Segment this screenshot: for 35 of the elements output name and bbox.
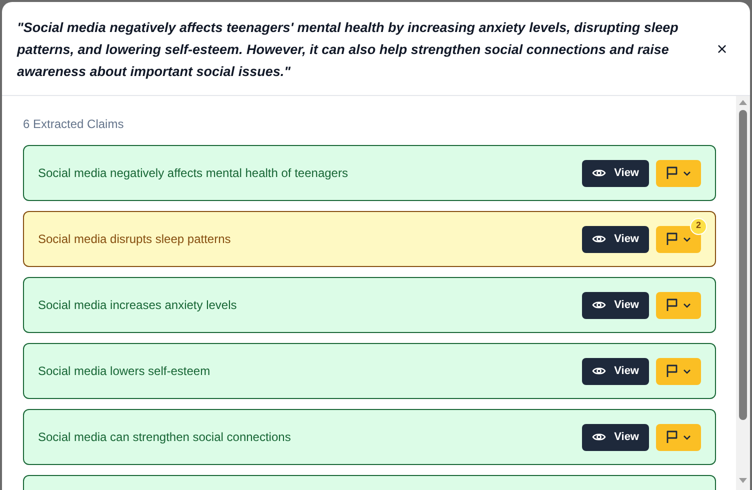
claim-text: Social media lowers self-esteem — [38, 363, 212, 380]
flag-dropdown-button[interactable] — [656, 424, 701, 450]
eye-icon — [592, 366, 606, 376]
eye-icon — [592, 234, 606, 244]
flag-dropdown-button[interactable] — [656, 292, 701, 318]
eye-icon — [592, 300, 606, 310]
view-button[interactable]: View — [582, 160, 649, 186]
claim-text: Social media can strengthen social connections — [38, 429, 292, 446]
eye-icon — [592, 168, 606, 178]
view-button[interactable]: View — [582, 358, 649, 384]
claim-text: Social media negatively affects mental health of teenagers — [38, 165, 349, 182]
eye-icon — [592, 432, 606, 442]
flag-icon — [666, 430, 678, 444]
chevron-down-icon — [683, 236, 691, 242]
scrollbar[interactable] — [736, 96, 750, 490]
flag-icon — [666, 298, 678, 312]
flag-dropdown-button[interactable] — [656, 358, 701, 384]
claim-text: Social media increases anxiety levels — [38, 297, 238, 314]
claims-count-label: 6 Extracted Claims — [23, 116, 125, 132]
flag-dropdown-button[interactable] — [656, 160, 701, 186]
statement-text: "Social media negatively affects teenagers' mental health by increasing anxiety levels, disrupting sleep patterns, and lowering self-esteem. However, it can also help strengthen social connections and raise awareness about important social issues." — [17, 19, 680, 81]
chevron-down-icon — [683, 170, 691, 176]
flag-count-badge: 2 — [690, 218, 707, 234]
claim-text: Social media disrupts sleep patterns — [38, 231, 232, 248]
chevron-down-icon — [683, 368, 691, 374]
chevron-down-icon — [683, 302, 691, 308]
flag-icon — [666, 232, 678, 246]
chevron-down-icon — [683, 434, 691, 440]
flag-icon — [666, 364, 678, 378]
view-button[interactable]: View — [582, 226, 649, 252]
close-button[interactable]: × — [714, 40, 730, 58]
scrollbar-thumb[interactable] — [739, 110, 747, 420]
flag-icon — [666, 166, 678, 180]
view-button[interactable]: View — [582, 292, 649, 318]
view-button[interactable]: View — [582, 424, 649, 450]
